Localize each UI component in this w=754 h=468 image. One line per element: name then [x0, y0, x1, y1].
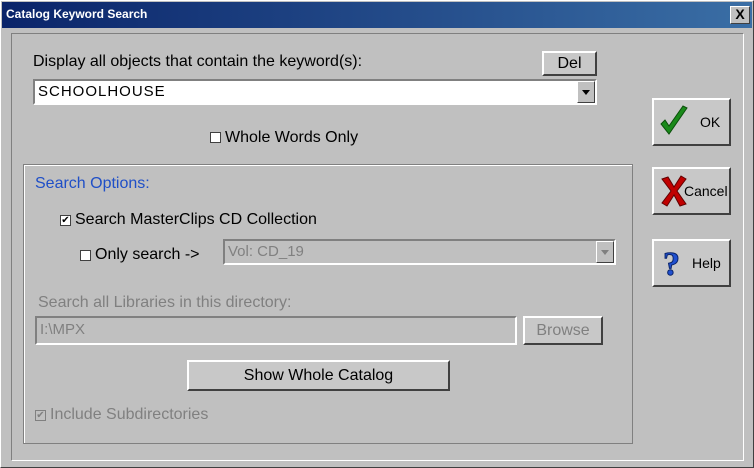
include-subdirs-checkbox: ✔ — [35, 410, 46, 421]
masterclips-checkbox[interactable]: ✔ — [60, 215, 71, 226]
only-search-checkbox[interactable] — [80, 250, 91, 261]
libraries-label: Search all Libraries in this directory: — [38, 294, 292, 311]
close-button[interactable]: X — [730, 6, 750, 24]
search-options-heading: Search Options: — [35, 175, 150, 192]
volume-combobox: Vol: CD_19 — [223, 239, 616, 265]
ok-label: OK — [700, 114, 721, 130]
window-title: Catalog Keyword Search — [6, 7, 148, 21]
cancel-button[interactable]: Cancel — [652, 167, 731, 215]
cancel-label: Cancel — [684, 183, 728, 199]
whole-words-label[interactable]: Whole Words Only — [225, 129, 358, 147]
question-mark-icon: ? — [663, 246, 681, 282]
dialog-window: Catalog Keyword Search X Display all obj… — [0, 0, 754, 468]
keyword-dropdown-arrow-icon[interactable] — [577, 81, 595, 103]
show-whole-catalog-button[interactable]: Show Whole Catalog — [187, 360, 450, 391]
directory-field: I:\MPX — [35, 316, 517, 345]
title-bar[interactable]: Catalog Keyword Search X — [2, 2, 752, 28]
directory-value: I:\MPX — [40, 321, 86, 338]
masterclips-label[interactable]: Search MasterClips CD Collection — [75, 211, 317, 229]
keyword-combobox[interactable]: SCHOOLHOUSE — [33, 79, 597, 105]
volume-dropdown-arrow-icon — [596, 241, 614, 263]
only-search-label[interactable]: Only search -> — [95, 246, 199, 264]
browse-button: Browse — [523, 316, 603, 345]
include-subdirs-label: Include Subdirectories — [50, 406, 209, 423]
keyword-label: Display all objects that contain the key… — [33, 53, 363, 70]
svg-text:?: ? — [663, 246, 680, 281]
checkmark-icon — [660, 105, 688, 135]
ok-button[interactable]: OK — [652, 98, 731, 146]
whole-words-checkbox[interactable] — [210, 132, 221, 143]
keyword-input[interactable]: SCHOOLHOUSE — [38, 83, 166, 100]
help-label: Help — [692, 255, 721, 271]
volume-value: Vol: CD_19 — [228, 243, 304, 260]
del-button[interactable]: Del — [542, 51, 597, 76]
help-button[interactable]: ? Help — [652, 239, 731, 287]
